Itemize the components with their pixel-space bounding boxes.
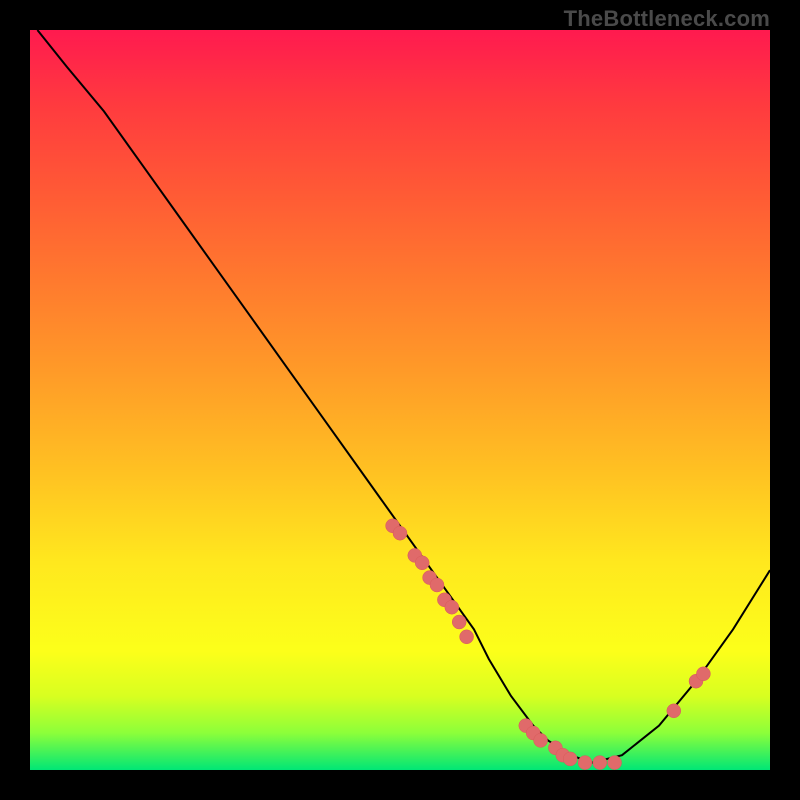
data-point <box>667 704 681 718</box>
data-point <box>578 756 592 770</box>
data-point <box>452 615 466 629</box>
plot-area <box>30 30 770 770</box>
data-point <box>696 667 710 681</box>
data-point <box>460 630 474 644</box>
data-point <box>430 578 444 592</box>
data-points <box>386 519 711 770</box>
data-point <box>593 756 607 770</box>
data-point <box>534 733 548 747</box>
data-point <box>563 752 577 766</box>
watermark-text: TheBottleneck.com <box>564 6 770 32</box>
data-point <box>608 756 622 770</box>
data-point <box>445 600 459 614</box>
bottleneck-curve <box>37 30 770 763</box>
chart-svg <box>30 30 770 770</box>
data-point <box>415 556 429 570</box>
data-point <box>393 526 407 540</box>
